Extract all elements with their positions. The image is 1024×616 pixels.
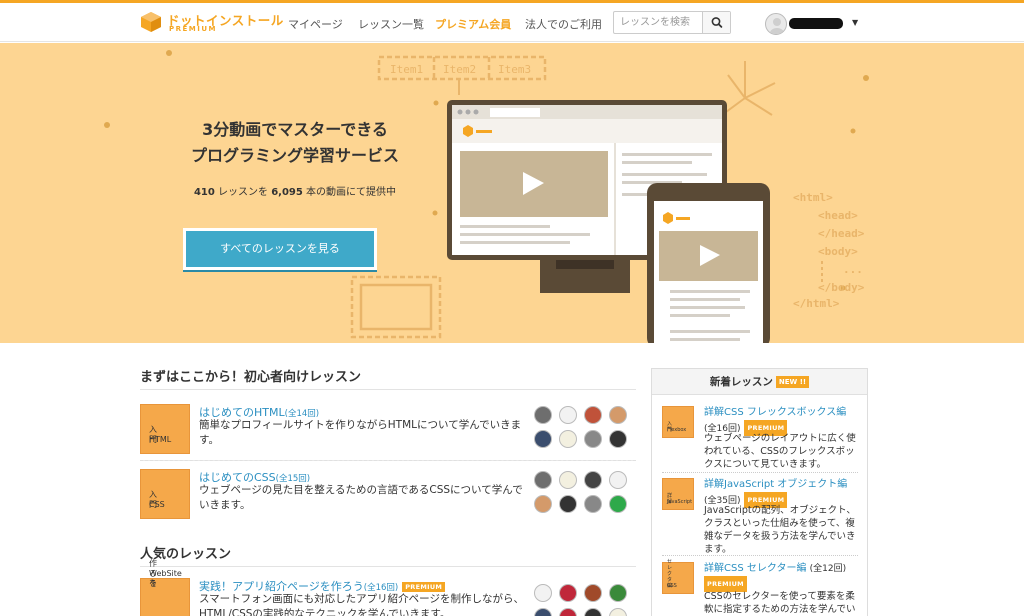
divider: [140, 389, 636, 390]
teacher-avatars: [534, 580, 634, 616]
code-line-body-open: <body>: [818, 245, 858, 258]
nav-lessons[interactable]: レッスン一覧: [358, 16, 424, 32]
avatar[interactable]: [559, 495, 577, 513]
sidebar-lesson-thumbnail[interactable]: 詳解 JavaScript: [662, 478, 694, 510]
avatar[interactable]: [584, 406, 602, 424]
lesson-thumbnail[interactable]: HTML 入門: [140, 404, 190, 454]
code-line-html-open: <html>: [793, 191, 833, 204]
sidebar-lesson-description: CSSのセレクターを使って要素を柔軟に指定するための方法を学んでいきます。: [704, 591, 856, 615]
sidebar-lesson-thumbnail[interactable]: Flexbox 入門: [662, 406, 694, 438]
avatar[interactable]: [609, 495, 627, 513]
avatar[interactable]: [534, 471, 552, 489]
lesson-thumbnail[interactable]: CSS 入門: [140, 469, 190, 519]
illustration-item-2: Item2: [443, 63, 476, 76]
code-line-ellipsis: ...: [843, 263, 863, 276]
lesson-description: ウェブページの見た目を整えるための言語であるCSSについて学んでいきます。: [199, 484, 523, 511]
avatar[interactable]: [534, 406, 552, 424]
sidebar-lesson-item[interactable]: 詳解 JavaScript 詳解JavaScript オブジェクト編 (全35回)…: [662, 478, 858, 555]
divider: [662, 472, 858, 473]
avatar[interactable]: [559, 406, 577, 424]
new-badge: NEW !!: [775, 376, 810, 388]
code-line-html-close: </html>: [793, 297, 840, 310]
lesson-description: スマートフォン画面にも対応したアプリ紹介ページを制作しながら、HTML/CSSの…: [199, 593, 524, 616]
site-header: ドットインストール PREMIUM マイページ レッスン一覧 プレミアム会員 法…: [0, 3, 1024, 42]
user-avatar-icon: [770, 18, 784, 34]
site-logo[interactable]: ドットインストール PREMIUM: [140, 9, 283, 37]
caret-down-icon[interactable]: ▼: [852, 18, 858, 27]
video-count: 6,095: [271, 187, 303, 198]
nav-premium[interactable]: プレミアム会員: [435, 16, 511, 32]
nav-mypage[interactable]: マイページ: [288, 16, 343, 32]
divider: [662, 555, 858, 556]
avatar[interactable]: [609, 584, 627, 602]
avatar[interactable]: [534, 430, 552, 448]
lesson-thumbnail[interactable]: WebSiteを 作ろう: [140, 559, 190, 616]
lesson-item[interactable]: WebSiteを 作ろう 実践！アプリ紹介ページを作ろう(全16回) PREMIUM…: [140, 559, 636, 616]
username-redacted[interactable]: [789, 18, 843, 29]
new-lessons-sidebar: 新着レッスン NEW !! Flexbox 入門 詳解CSS フレックスボックス編 …: [651, 368, 868, 616]
premium-badge: PREMIUM: [402, 582, 446, 592]
code-line-head-close: </head>: [818, 227, 865, 240]
code-line-body-close: </body>: [818, 281, 865, 294]
divider: [140, 460, 636, 461]
view-all-lessons-button[interactable]: すべてのレッスンを見る: [183, 228, 377, 270]
avatar[interactable]: [584, 430, 602, 448]
avatar[interactable]: [559, 608, 577, 616]
logo-subtext: PREMIUM: [169, 25, 218, 33]
search-form: [613, 11, 731, 34]
avatar[interactable]: [584, 584, 602, 602]
avatar[interactable]: [559, 430, 577, 448]
avatar[interactable]: [584, 471, 602, 489]
lesson-count: 410: [193, 187, 215, 198]
avatar[interactable]: [534, 495, 552, 513]
sidebar-lesson-item[interactable]: CSS セレクタ編 詳解CSS セレクター編 (全12回) PREMIUM CSSの…: [662, 559, 858, 616]
sidebar-lesson-thumbnail[interactable]: CSS セレクタ編: [662, 559, 694, 594]
sidebar-lesson-description: ウェブページのレイアウトに広く使われている、CSSのフレックスボックスについて見…: [704, 433, 856, 470]
avatar[interactable]: [609, 406, 627, 424]
hero-title-line-2: プログラミング学習サービス: [190, 146, 399, 165]
lesson-item[interactable]: CSS 入門 はじめてのCSS(全15回) ウェブページの見た目を整えるための言語…: [140, 469, 636, 535]
avatar[interactable]: [584, 495, 602, 513]
avatar[interactable]: [584, 608, 602, 616]
sidebar-lesson-description: JavaScriptの配列、オブジェクト、クラスといった仕組みを使って、複雑なデ…: [704, 505, 856, 555]
hero-banner: Item1 Item2 Item3 <html> <head> </head> …: [0, 43, 1024, 343]
beginner-section-title: まずはここから！初心者向けレッスン: [140, 370, 362, 385]
avatar[interactable]: [609, 608, 627, 616]
teacher-avatars: [534, 471, 634, 515]
search-button[interactable]: [702, 12, 730, 33]
avatar[interactable]: [609, 430, 627, 448]
search-icon: [711, 17, 723, 28]
hero-stats: 410 レッスンを 6,095 本の動画にて提供中: [140, 183, 450, 198]
teacher-avatars: [534, 406, 634, 450]
illustration-item-3: Item3: [498, 63, 531, 76]
stats-text-mid: レッスンを: [214, 187, 272, 198]
stats-text-end: 本の動画にて提供中: [302, 187, 397, 198]
avatar[interactable]: [609, 471, 627, 489]
sidebar-title: 新着レッスン NEW !!: [652, 369, 867, 395]
avatar[interactable]: [559, 471, 577, 489]
box-logo-icon: [141, 12, 161, 32]
hero-title: 3分動画でマスターできる プログラミング学習サービス: [140, 117, 450, 169]
sidebar-lesson-title-link[interactable]: 詳解CSS セレクター編 (全12回) PREMIUM: [704, 562, 858, 592]
sidebar-lesson-item[interactable]: Flexbox 入門 詳解CSS フレックスボックス編 (全16回) PREMIUM…: [662, 406, 858, 470]
nav-business[interactable]: 法人でのご利用: [525, 16, 602, 32]
lesson-count: (全12回): [809, 564, 847, 574]
search-input[interactable]: [614, 12, 702, 33]
lesson-description: 簡単なプロフィールサイトを作りながらHTMLについて学んでいきます。: [199, 419, 522, 446]
avatar[interactable]: [534, 608, 552, 616]
avatar[interactable]: [559, 584, 577, 602]
divider: [140, 566, 636, 567]
avatar[interactable]: [534, 584, 552, 602]
illustration-item-1: Item1: [390, 63, 423, 76]
hero-title-line-1: 3分動画でマスターできる: [202, 120, 388, 139]
user-avatar[interactable]: [765, 13, 787, 35]
code-line-head-open: <head>: [818, 209, 858, 222]
